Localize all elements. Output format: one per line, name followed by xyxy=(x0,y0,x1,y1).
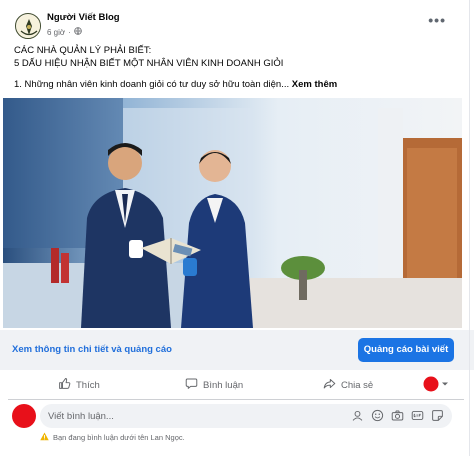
warning-icon xyxy=(40,432,49,443)
post-line-1: CÁC NHÀ QUẢN LÝ PHẢI BIẾT: xyxy=(14,45,152,56)
camera-icon[interactable] xyxy=(391,409,404,422)
comment-label: Bình luận xyxy=(203,379,244,391)
like-button[interactable]: Thích xyxy=(58,374,100,396)
post-text: CÁC NHÀ QUẢN LÝ PHẢI BIẾT: 5 DẤU HIỆU NH… xyxy=(14,44,337,91)
share-label: Chia sẻ xyxy=(341,379,374,391)
chevron-down-icon xyxy=(441,380,449,391)
post-meta: 6 giờ · xyxy=(47,27,82,37)
like-label: Thích xyxy=(76,379,100,391)
comment-icon xyxy=(185,377,198,393)
divider xyxy=(8,399,464,400)
ad-link-bar: Xem thông tin chi tiết và quảng cáo Quản… xyxy=(0,330,474,370)
comment-button[interactable]: Bình luận xyxy=(185,374,243,396)
ad-details-link[interactable]: Xem thông tin chi tiết và quảng cáo xyxy=(12,344,172,355)
more-options-icon[interactable]: ••• xyxy=(428,12,446,28)
post-card: Người Viết Blog 6 giờ · ••• CÁC NHÀ QUẢN… xyxy=(0,0,474,456)
emoji-icon[interactable] xyxy=(371,409,384,422)
composer-tools xyxy=(351,409,444,422)
action-bar: Thích Bình luận Chia sẻ xyxy=(0,374,474,396)
post-as-avatar xyxy=(423,376,439,395)
post-line-3: 1. Những nhân viên kinh doanh giỏi có tư… xyxy=(14,78,337,91)
panel-border xyxy=(469,0,470,456)
thumbs-up-icon xyxy=(58,377,71,393)
commenter-avatar xyxy=(12,404,36,428)
share-icon xyxy=(323,377,336,393)
avatar-sticker-icon[interactable] xyxy=(351,409,364,422)
see-more-link[interactable]: Xem thêm xyxy=(292,79,337,90)
notice-text: Bạn đang bình luận dưới tên Lan Ngọc. xyxy=(53,433,185,442)
post-line-2: 5 DẤU HIỆU NHẬN BIẾT MỘT NHÂN VIÊN KINH … xyxy=(14,58,284,69)
gif-icon[interactable] xyxy=(411,409,424,422)
globe-icon xyxy=(74,27,82,37)
post-line-3-text: 1. Những nhân viên kinh doanh giỏi có tư… xyxy=(14,79,292,90)
meta-dot: · xyxy=(68,27,71,37)
commenting-as-notice: Bạn đang bình luận dưới tên Lan Ngọc. xyxy=(40,432,185,443)
post-time[interactable]: 6 giờ xyxy=(47,28,65,37)
sticker-icon[interactable] xyxy=(431,409,444,422)
post-image[interactable] xyxy=(3,98,462,328)
office-photo xyxy=(3,98,462,328)
promote-post-button[interactable]: Quảng cáo bài viết xyxy=(358,338,454,362)
share-button[interactable]: Chia sẻ xyxy=(323,374,373,396)
comment-composer[interactable] xyxy=(40,404,452,428)
comment-input[interactable] xyxy=(48,404,348,428)
author-name[interactable]: Người Viết Blog xyxy=(47,12,120,23)
post-as-selector[interactable] xyxy=(423,374,449,396)
page-avatar[interactable] xyxy=(15,13,41,39)
